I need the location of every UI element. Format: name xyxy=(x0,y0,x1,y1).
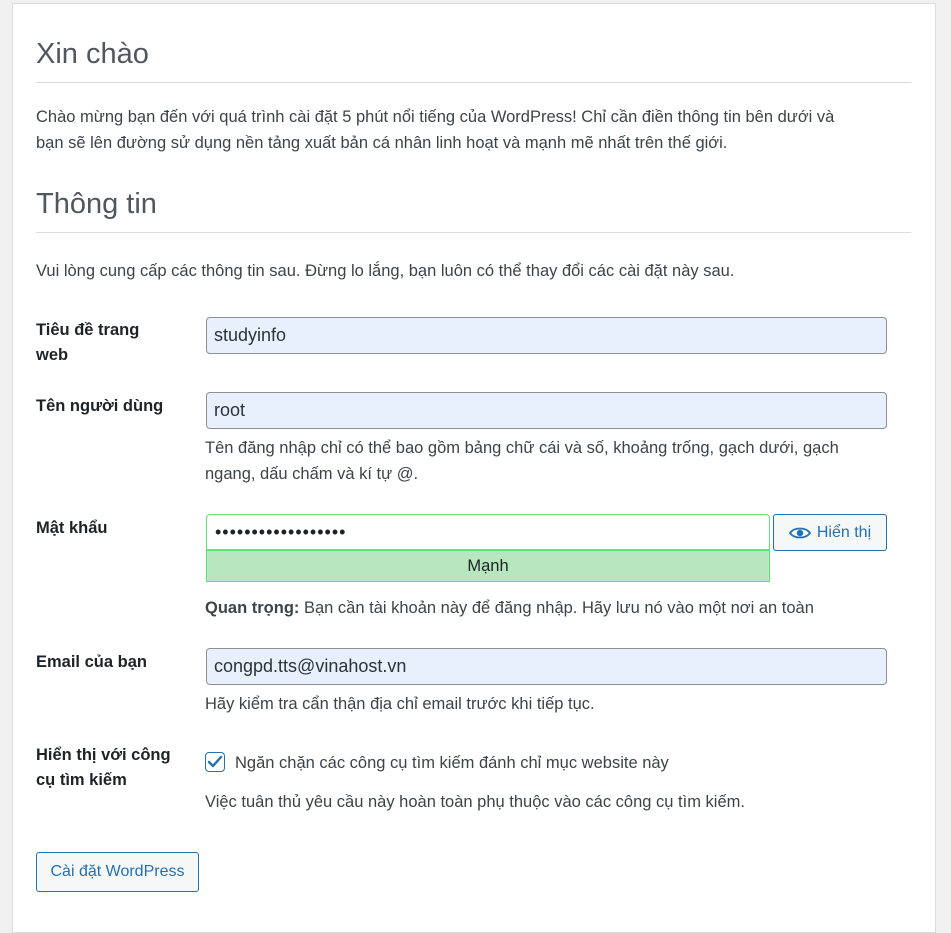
install-card: Xin chào Chào mừng bạn đến với quá trình… xyxy=(12,3,936,933)
email-label: Email của bạn xyxy=(36,653,147,671)
username-help-line1: Tên đăng nhập chỉ có thể bao gồm bảng ch… xyxy=(205,439,839,457)
password-label: Mật khẩu xyxy=(36,519,108,537)
email-help: Hãy kiểm tra cẩn thận địa chỉ email trướ… xyxy=(205,695,595,713)
search-visibility-label-line1: Hiển thị với công xyxy=(36,746,171,764)
password-important-note: Quan trọng: Bạn cần tài khoản này để đăn… xyxy=(205,595,814,621)
password-strength-meter: Mạnh xyxy=(206,550,770,582)
welcome-intro-line2: bạn sẽ lên đường sử dụng nền tảng xuất b… xyxy=(36,134,728,152)
welcome-intro-line1: Chào mừng bạn đến với quá trình cài đặt … xyxy=(36,108,835,126)
welcome-heading: Xin chào xyxy=(36,38,149,70)
info-heading: Thông tin xyxy=(36,188,157,220)
info-intro: Vui lòng cung cấp các thông tin sau. Đừn… xyxy=(36,262,735,280)
install-wordpress-button[interactable]: Cài đặt WordPress xyxy=(36,852,199,892)
discourage-search-label[interactable]: Ngăn chặn các công cụ tìm kiếm đánh chỉ … xyxy=(235,750,669,776)
password-input[interactable]: •••••••••••••••••• xyxy=(206,514,770,550)
search-visibility-label-line2: cụ tìm kiếm xyxy=(36,771,127,789)
username-label: Tên người dùng xyxy=(36,397,164,415)
site-title-label: Tiêu đề trang web xyxy=(36,318,139,368)
username-input[interactable]: root xyxy=(206,392,887,429)
show-password-label: Hiển thị xyxy=(816,523,872,541)
site-title-label-line1: Tiêu đề trang xyxy=(36,321,140,339)
search-visibility-label: Hiển thị với công cụ tìm kiếm xyxy=(36,743,171,793)
divider xyxy=(36,82,911,83)
eye-icon xyxy=(788,527,811,538)
search-visibility-help: Việc tuân thủ yêu cầu này hoàn toàn phụ … xyxy=(205,793,745,811)
checkmark-icon xyxy=(207,755,223,768)
discourage-search-checkbox[interactable] xyxy=(205,752,225,772)
site-title-label-line2: web xyxy=(36,346,69,364)
important-label: Quan trọng: xyxy=(205,599,300,617)
site-title-input[interactable]: studyinfo xyxy=(206,317,887,354)
show-password-button[interactable]: Hiển thị xyxy=(773,514,887,551)
divider xyxy=(36,232,911,233)
username-help-line2: ngang, dấu chấm và kí tự @. xyxy=(205,465,419,483)
email-input[interactable]: congpd.tts@vinahost.vn xyxy=(206,648,887,685)
important-text: Bạn cần tài khoản này để đăng nhập. Hãy … xyxy=(299,599,814,617)
